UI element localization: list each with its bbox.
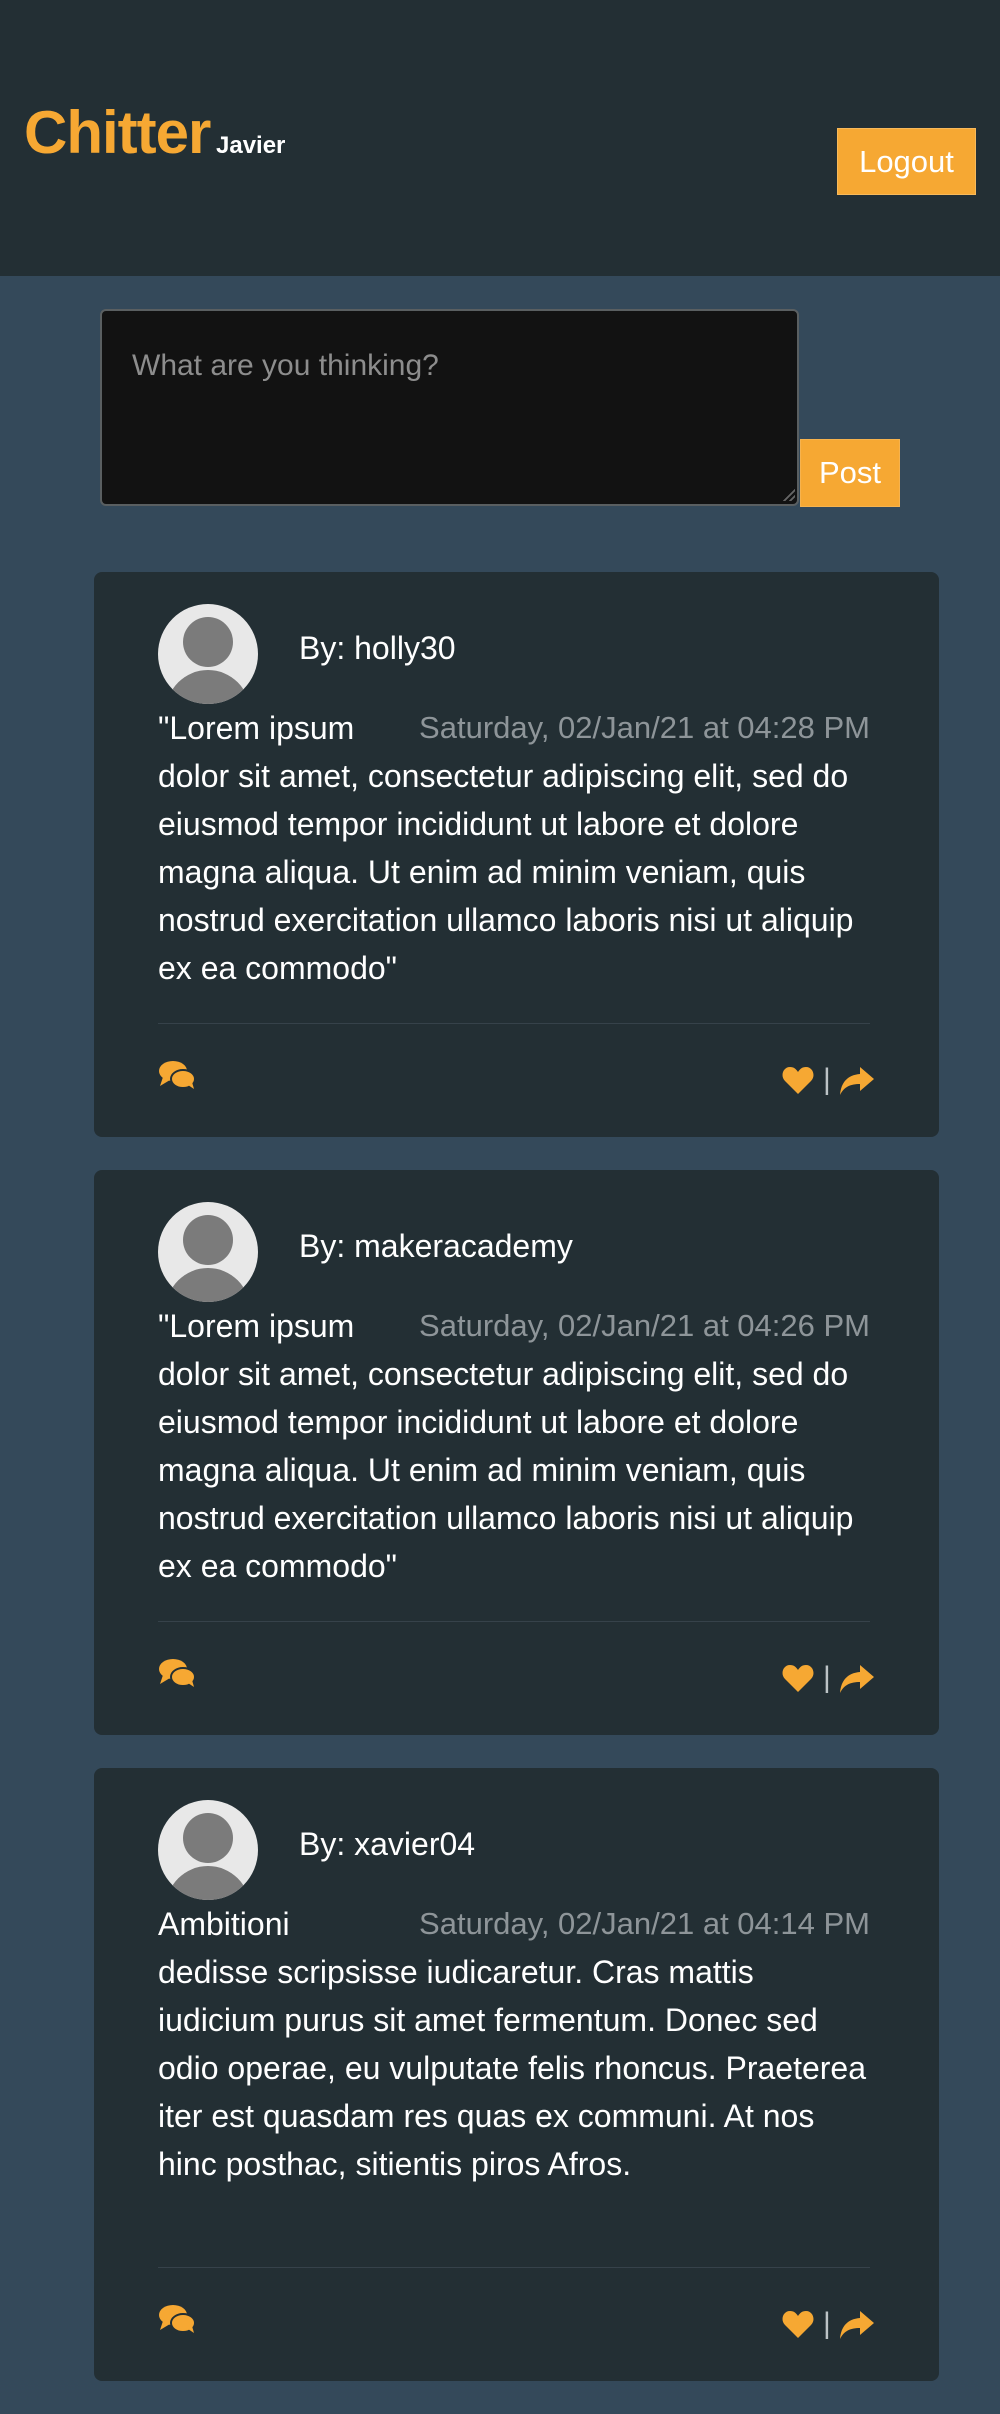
post-text: "Lorem ipsum dolor sit amet, consectetur… [158, 1308, 854, 1584]
share-icon[interactable] [840, 1067, 874, 1095]
new-post-input[interactable] [100, 309, 799, 506]
post-date: Saturday, 02/Jan/21 at 04:14 PM [419, 1906, 870, 1941]
current-username: Javier [216, 132, 286, 159]
post-body: Saturday, 02/Jan/21 at 04:26 PM "Lorem i… [158, 1302, 870, 1590]
action-separator: | [823, 2307, 831, 2340]
divider [158, 2267, 870, 2268]
post-text: "Lorem ipsum dolor sit amet, consectetur… [158, 710, 854, 986]
resize-grip-icon[interactable] [783, 489, 795, 501]
share-icon[interactable] [840, 2311, 874, 2339]
divider [158, 1621, 870, 1622]
comments-icon[interactable] [158, 2304, 196, 2334]
post-author: By: xavier04 [299, 1826, 476, 1862]
post-author: By: holly30 [299, 630, 456, 666]
avatar [158, 1800, 258, 1900]
post-card: By: xavier04 Saturday, 02/Jan/21 at 04:1… [94, 1768, 939, 2381]
comments-icon[interactable] [158, 1060, 196, 1090]
post-author: By: makeracademy [299, 1228, 573, 1264]
heart-icon[interactable] [782, 2310, 814, 2339]
post-card: By: makeracademy Saturday, 02/Jan/21 at … [94, 1170, 939, 1735]
post-body: Saturday, 02/Jan/21 at 04:14 PM Ambition… [158, 1900, 870, 2188]
brand-logo[interactable]: Chitter [24, 98, 211, 168]
post-button[interactable]: Post [800, 439, 900, 507]
comments-icon[interactable] [158, 1658, 196, 1688]
post-card: By: holly30 Saturday, 02/Jan/21 at 04:28… [94, 572, 939, 1137]
avatar [158, 1202, 258, 1302]
avatar [158, 604, 258, 704]
share-icon[interactable] [840, 1665, 874, 1693]
action-separator: | [823, 1661, 831, 1694]
action-separator: | [823, 1063, 831, 1096]
divider [158, 1023, 870, 1024]
heart-icon[interactable] [782, 1066, 814, 1095]
post-body: Saturday, 02/Jan/21 at 04:28 PM "Lorem i… [158, 704, 870, 992]
logout-button[interactable]: Logout [837, 128, 976, 195]
post-date: Saturday, 02/Jan/21 at 04:26 PM [419, 1308, 870, 1343]
heart-icon[interactable] [782, 1664, 814, 1693]
app-header: Chitter Javier Logout [0, 0, 1000, 276]
post-date: Saturday, 02/Jan/21 at 04:28 PM [419, 710, 870, 745]
